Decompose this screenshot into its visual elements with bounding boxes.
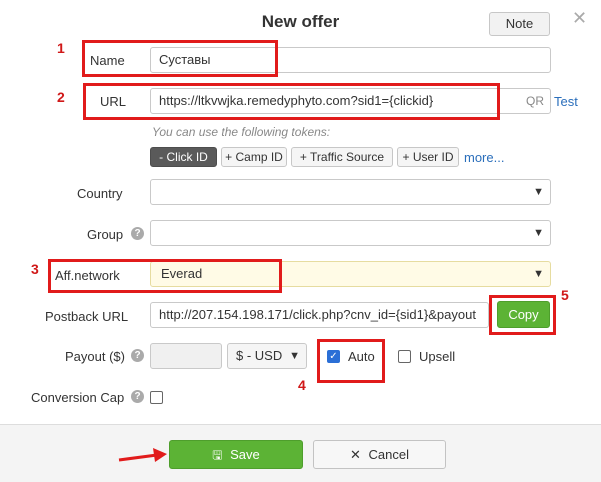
annotation-box-affnetwork: [48, 259, 282, 293]
more-tokens-link[interactable]: more...: [464, 150, 504, 165]
token-user-id[interactable]: + User ID: [397, 147, 459, 167]
chevron-down-icon: ▼: [533, 186, 544, 198]
postback-url-input[interactable]: http://207.154.198.171/click.php?cnv_id=…: [150, 302, 489, 328]
token-camp-id[interactable]: + Camp ID: [221, 147, 287, 167]
chevron-down-icon: ▼: [289, 350, 300, 362]
annotation-number-2: 2: [57, 89, 65, 105]
save-icon: 🖫: [212, 448, 223, 462]
tokens-hint: You can use the following tokens:: [152, 125, 331, 139]
annotation-number-4: 4: [298, 377, 306, 393]
country-select[interactable]: ▼: [150, 179, 551, 205]
annotation-number-1: 1: [57, 40, 65, 56]
help-icon[interactable]: ?: [131, 227, 144, 240]
payout-input[interactable]: [150, 343, 222, 369]
qr-button[interactable]: QR: [526, 89, 544, 113]
annotation-box-url: [83, 83, 500, 120]
currency-value: $ - USD: [236, 348, 283, 363]
payout-label: Payout ($): [65, 349, 125, 364]
save-button[interactable]: 🖫 Save: [169, 440, 303, 469]
chevron-down-icon: ▼: [533, 227, 544, 239]
cancel-button[interactable]: ✕ Cancel: [313, 440, 446, 469]
save-label: Save: [230, 447, 260, 462]
annotation-box-copy: [489, 295, 556, 335]
help-icon[interactable]: ?: [131, 390, 144, 403]
test-link[interactable]: Test: [554, 94, 578, 109]
token-click-id[interactable]: - Click ID: [150, 147, 217, 167]
chevron-down-icon: ▼: [533, 268, 544, 280]
postback-label: Postback URL: [45, 309, 129, 324]
group-select[interactable]: ▼: [150, 220, 551, 246]
group-label: Group: [87, 227, 124, 242]
annotation-box-auto: [317, 339, 385, 383]
new-offer-dialog: New offer Note ✕ 1 Name Суставы 2 URL ht…: [0, 0, 601, 482]
annotation-box-name: [82, 40, 278, 77]
arrow-icon: [118, 448, 167, 462]
conversion-cap-label: Conversion Cap: [31, 390, 125, 405]
conversion-cap-checkbox[interactable]: [150, 391, 163, 404]
cancel-label: Cancel: [368, 447, 409, 462]
help-icon[interactable]: ?: [131, 349, 144, 362]
country-label: Country: [77, 186, 123, 201]
currency-select[interactable]: $ - USD ▼: [227, 343, 307, 369]
annotation-number-3: 3: [31, 261, 39, 277]
close-icon: ✕: [350, 447, 361, 462]
annotation-number-5: 5: [561, 287, 569, 303]
token-traffic-source[interactable]: + Traffic Source: [291, 147, 393, 167]
upsell-label: Upsell: [419, 349, 456, 364]
note-button[interactable]: Note: [489, 12, 550, 36]
upsell-checkbox[interactable]: [398, 350, 411, 363]
close-icon[interactable]: ✕: [572, 8, 587, 29]
